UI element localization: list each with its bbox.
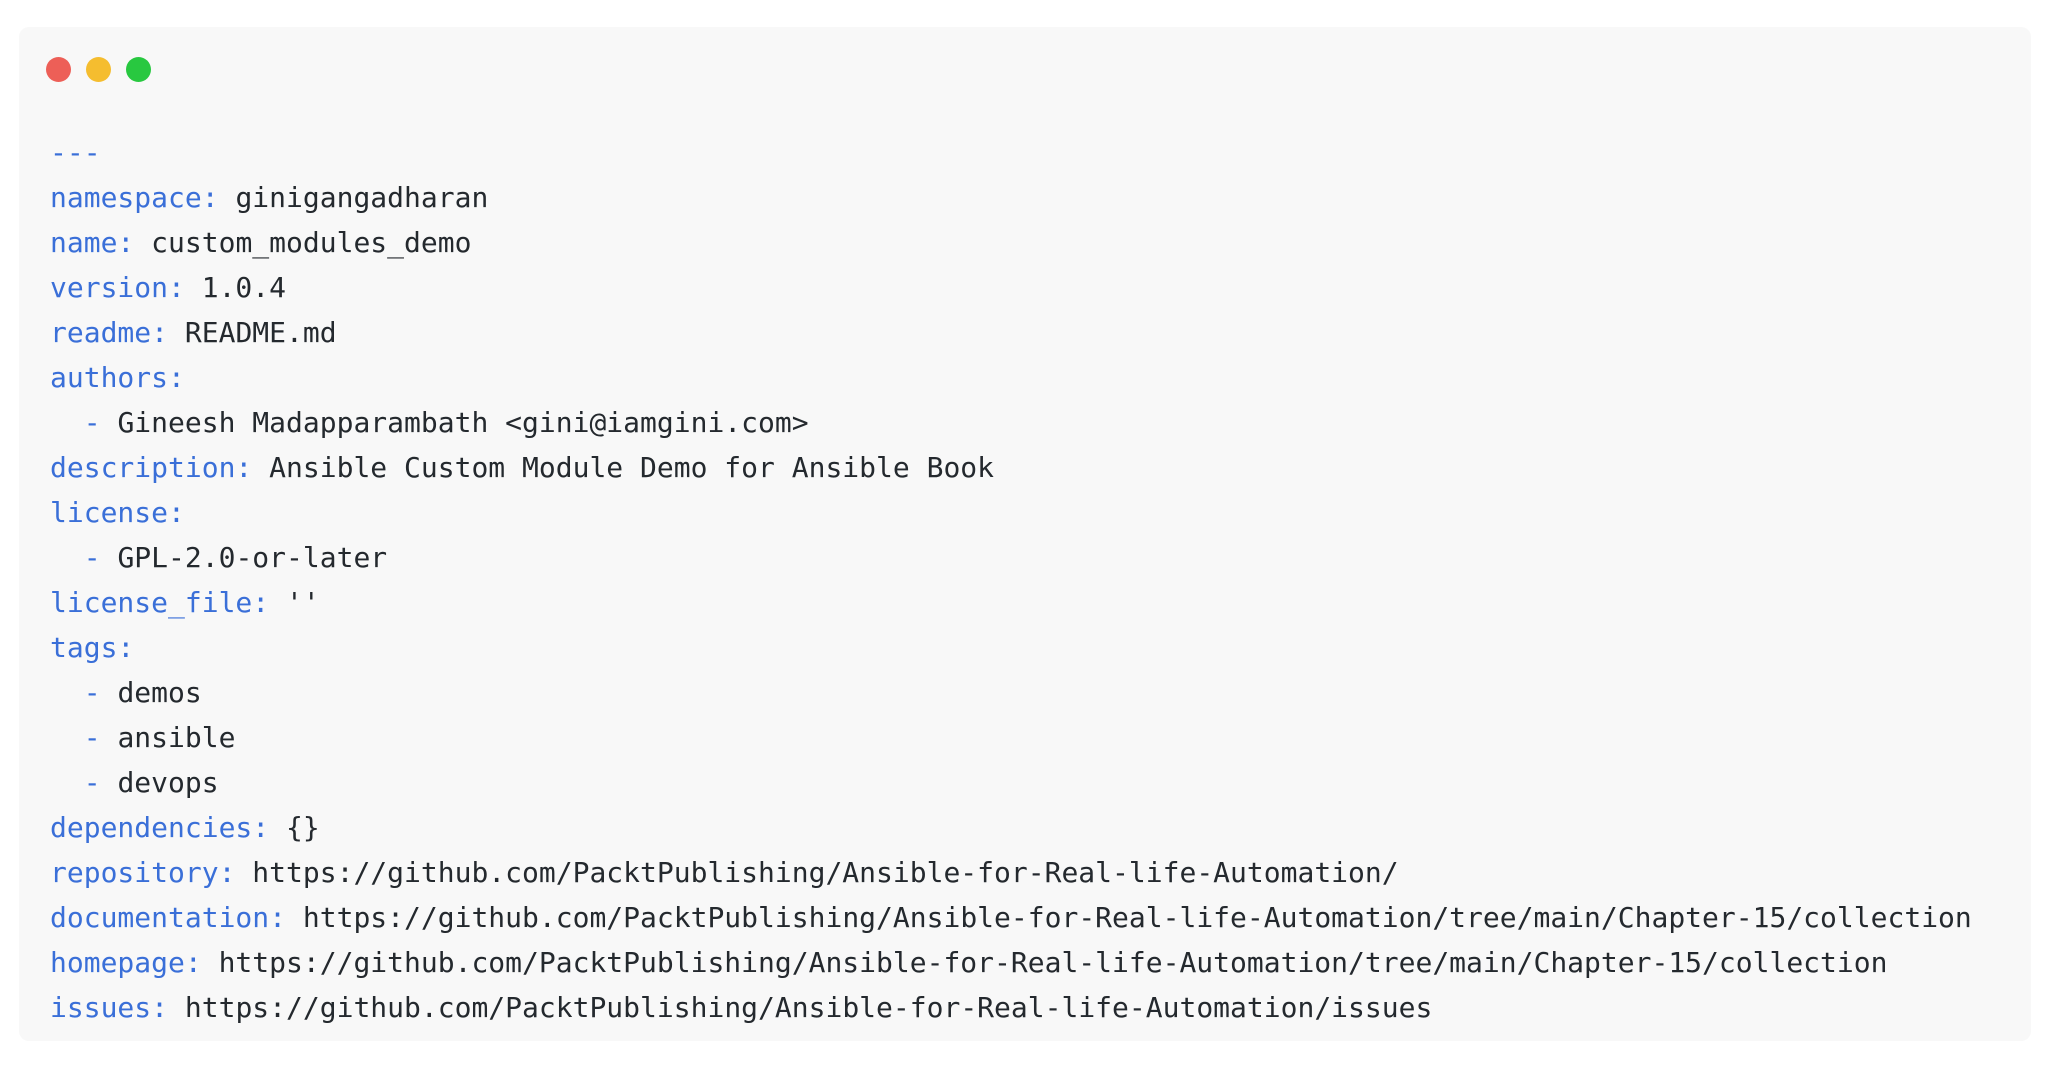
code-window: --- namespace: ginigangadharan name: custo… [19, 27, 2031, 1041]
code-line: homepage: https://github.com/PacktPublis… [50, 946, 1888, 979]
maximize-window-dot-icon[interactable] [126, 57, 151, 82]
code-line: readme: README.md [50, 316, 337, 349]
code-line: - Gineesh Madapparambath <gini@iamgini.c… [83, 406, 809, 439]
code-line: authors: [50, 361, 185, 394]
code-line: - demos [83, 676, 202, 709]
code-line: - ansible [83, 721, 236, 754]
window-controls [46, 57, 151, 82]
code-line: repository: https://github.com/PacktPubl… [50, 856, 1399, 889]
code-line: name: custom_modules_demo [50, 226, 472, 259]
code-line: namespace: ginigangadharan [50, 181, 489, 214]
code-line: issues: https://github.com/PacktPublishi… [50, 991, 1433, 1024]
minimize-window-dot-icon[interactable] [86, 57, 111, 82]
code-line: - devops [83, 766, 219, 799]
code-line: - GPL-2.0-or-later [83, 541, 388, 574]
code-line: --- [50, 136, 101, 169]
code-line: dependencies: {} [50, 811, 320, 844]
code-line: documentation: https://github.com/PacktP… [50, 901, 1972, 934]
code-line: description: Ansible Custom Module Demo … [50, 451, 995, 484]
yaml-code-block: --- namespace: ginigangadharan name: custo… [50, 130, 1972, 1030]
code-line: version: 1.0.4 [50, 271, 287, 304]
code-line: license: [50, 496, 185, 529]
code-line: license_file: '' [50, 586, 320, 619]
close-window-dot-icon[interactable] [46, 57, 71, 82]
code-line: tags: [50, 631, 135, 664]
